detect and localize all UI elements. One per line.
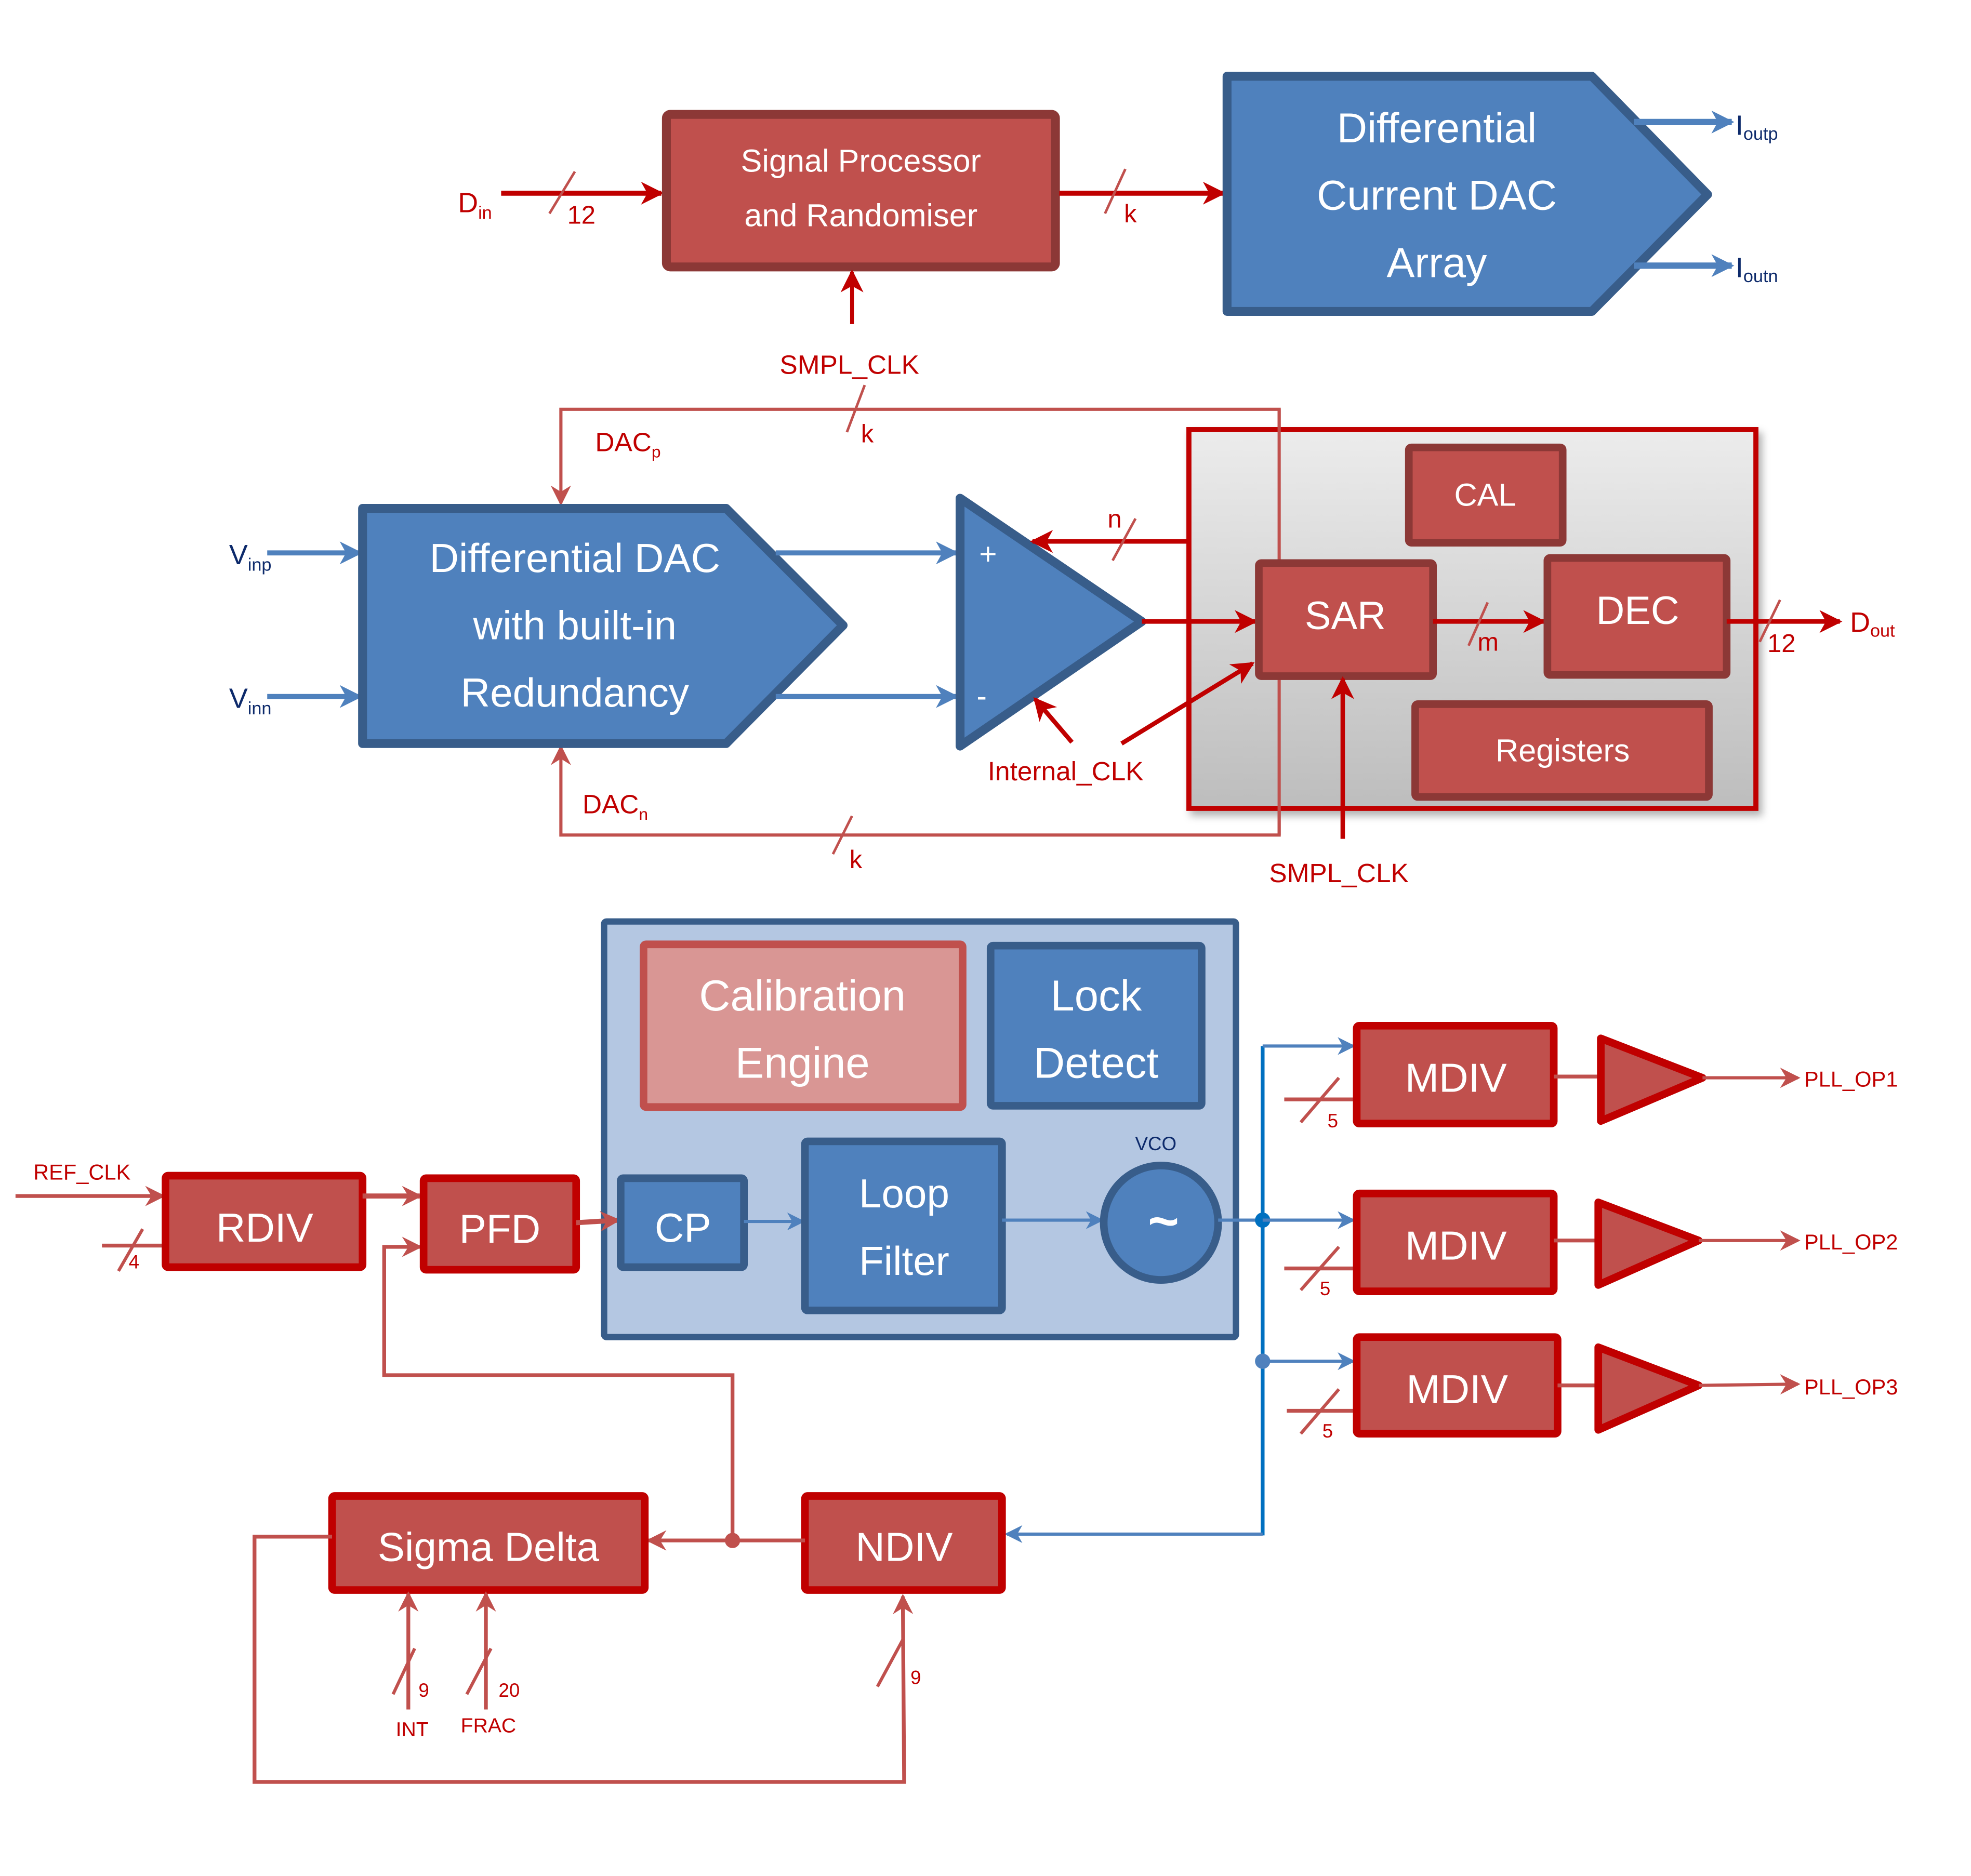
svg-text:SAR: SAR (1305, 594, 1386, 638)
calibration-engine-block[interactable]: Calibration Engine (640, 940, 967, 1111)
smpl-clk-label-sar: SMPL_CLK (1269, 858, 1408, 888)
frac-label: FRAC (461, 1715, 517, 1737)
sar-block[interactable]: SAR (1255, 559, 1437, 680)
svg-text:PFD: PFD (459, 1206, 541, 1252)
svg-text:CP: CP (655, 1205, 711, 1250)
ref-clk-label: REF_CLK (33, 1160, 130, 1184)
offset-n-label: n (1107, 505, 1121, 533)
mdiv2-block[interactable]: MDIV (1353, 1189, 1558, 1295)
differential-dac-block[interactable]: Differential DAC with built-in Redundanc… (358, 504, 848, 748)
internal-clk-label: Internal_CLK (988, 756, 1144, 786)
int-bus-width: 9 (418, 1680, 429, 1701)
lock-detect-block[interactable]: Lock Detect (986, 941, 1206, 1110)
cp-block[interactable]: CP (617, 1174, 748, 1271)
din-bus-width: 12 (567, 202, 596, 230)
k-top-label: k (861, 420, 874, 448)
svg-text:MDIV: MDIV (1405, 1055, 1507, 1101)
svg-text:Lock: Lock (1050, 972, 1142, 1020)
comparator-plus: + (979, 537, 997, 571)
pll-op2-label: PLL_OP2 (1804, 1230, 1898, 1254)
vinp-label: Vinp (229, 539, 272, 575)
svg-text:Registers: Registers (1496, 733, 1630, 768)
registers-block[interactable]: Registers (1411, 700, 1713, 801)
buffer3-icon (1594, 1343, 1703, 1434)
mdiv3-bus-width: 5 (1322, 1420, 1333, 1442)
buffer1-icon (1597, 1034, 1707, 1125)
svg-text:CAL: CAL (1454, 477, 1516, 513)
svg-text:MDIV: MDIV (1405, 1222, 1507, 1268)
junction-dot-3 (724, 1533, 740, 1548)
svg-text:Loop: Loop (859, 1170, 949, 1216)
current-dac-block[interactable]: Differential Current DAC Array (1222, 72, 1712, 316)
dec-block[interactable]: DEC (1543, 554, 1731, 679)
block-diagram-canvas: Din 12 Signal Processor and Randomiser S… (15, 72, 1898, 1784)
rdiv-block[interactable]: RDIV (162, 1172, 367, 1271)
svg-text:MDIV: MDIV (1406, 1366, 1508, 1412)
ioutp-label: Ioutp (1736, 110, 1778, 144)
svg-text:Array: Array (1387, 240, 1487, 286)
dout-bus-width: 12 (1767, 630, 1795, 658)
m-bus-label: m (1477, 629, 1499, 657)
pll-op3-label: PLL_OP3 (1804, 1375, 1898, 1399)
svg-text:Calibration: Calibration (699, 972, 906, 1020)
ioutn-label: Ioutn (1736, 252, 1778, 286)
svg-text:and Randomiser: and Randomiser (744, 197, 977, 233)
ndiv-bus-slash (876, 1639, 905, 1687)
internal-clk-to-comp-wire (1033, 697, 1074, 744)
ndiv-block[interactable]: NDIV (801, 1492, 1006, 1594)
pfd-to-cp-wire (576, 1211, 621, 1232)
din-label: Din (458, 188, 492, 223)
svg-text:Current DAC: Current DAC (1317, 172, 1557, 219)
svg-text:Detect: Detect (1034, 1039, 1158, 1087)
pll-op3-wire (1698, 1374, 1801, 1395)
mdiv3-block[interactable]: MDIV (1353, 1333, 1562, 1438)
sigma-delta-block[interactable]: Sigma Delta (328, 1492, 649, 1594)
svg-text:Sigma Delta: Sigma Delta (378, 1524, 600, 1569)
svg-text:DEC: DEC (1596, 589, 1679, 633)
vinn-label: Vinn (229, 683, 272, 719)
svg-text:Redundancy: Redundancy (461, 670, 689, 715)
svg-text:Filter: Filter (859, 1238, 949, 1284)
mdiv1-bus-width: 5 (1328, 1110, 1338, 1132)
k-bottom-label: k (850, 846, 863, 874)
svg-text:with built-in: with built-in (473, 603, 677, 648)
int-label: INT (396, 1719, 429, 1741)
smpl-clk-label-top: SMPL_CLK (780, 349, 919, 379)
pll-section: Calibration Engine Lock Detect REF_CLK 4… (15, 918, 1898, 1784)
k-bus-label: k (1124, 200, 1137, 228)
cal-block[interactable]: CAL (1405, 443, 1567, 547)
comparator-minus: - (976, 680, 987, 713)
svg-text:RDIV: RDIV (216, 1205, 313, 1250)
dout-label: Dout (1850, 607, 1895, 641)
pll-op1-label: PLL_OP1 (1804, 1067, 1898, 1092)
svg-text:Engine: Engine (735, 1039, 870, 1087)
comparator[interactable]: + - (956, 494, 1146, 751)
rdiv-bus-width: 4 (129, 1252, 139, 1273)
mdiv2-bus-width: 5 (1320, 1278, 1330, 1299)
vco-block[interactable]: ~ (1100, 1162, 1222, 1284)
dac-section: Din 12 Signal Processor and Randomiser S… (458, 72, 1778, 379)
pfd-block[interactable]: PFD (419, 1174, 580, 1274)
dacn-label: DACn (583, 789, 648, 823)
dacp-label: DACp (595, 427, 660, 461)
svg-text:Differential: Differential (1337, 105, 1537, 152)
mdiv1-block[interactable]: MDIV (1353, 1021, 1558, 1128)
frac-bus-width: 20 (498, 1680, 520, 1701)
signal-processor-block[interactable]: Signal Processor and Randomiser (662, 110, 1060, 272)
loop-filter-block[interactable]: Loop Filter (801, 1137, 1006, 1314)
svg-text:Differential DAC: Differential DAC (429, 535, 720, 581)
svg-text:NDIV: NDIV (855, 1524, 953, 1569)
adc-section: k k DACp DACn Vinp Vinn Differential DAC… (229, 384, 1895, 888)
vco-label: VCO (1135, 1133, 1177, 1154)
svg-text:Signal Processor: Signal Processor (741, 143, 981, 178)
vco-symbol: ~ (1148, 1191, 1179, 1250)
int-bus-slash (391, 1647, 416, 1695)
buffer2-icon (1594, 1199, 1703, 1289)
ndiv-bus-width: 9 (910, 1667, 921, 1688)
